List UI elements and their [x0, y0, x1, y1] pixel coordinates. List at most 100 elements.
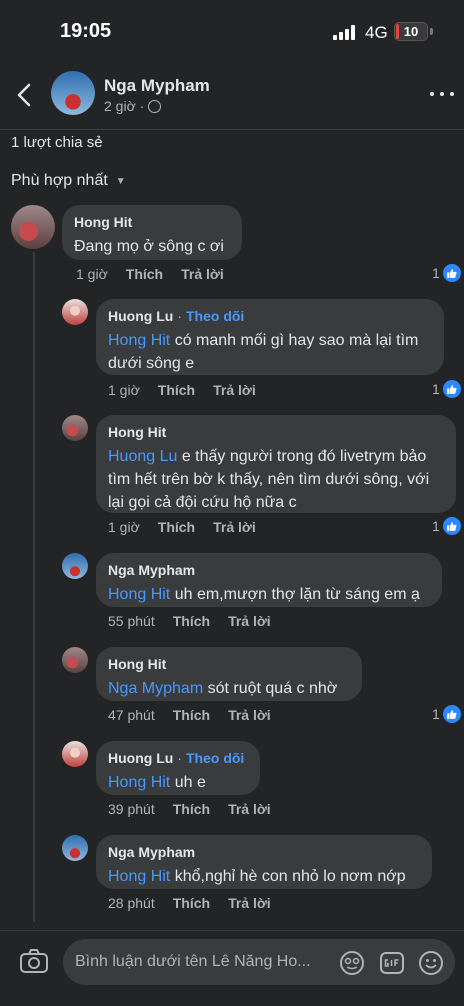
like-button[interactable]: Thích — [126, 266, 163, 282]
comment-composer: Bình luận dưới tên Lê Năng Ho... — [0, 930, 464, 1006]
status-bar: 19:05 4G 10 — [0, 0, 464, 60]
camera-button[interactable] — [18, 947, 50, 975]
share-count[interactable]: 1 lượt chia sẻ — [11, 134, 103, 151]
emoji-icon — [419, 951, 443, 975]
comment-actions: 39 phút Thích Trả lời — [108, 801, 271, 817]
back-button[interactable] — [10, 80, 40, 110]
reply-avatar[interactable] — [62, 741, 88, 767]
comment-text: Hong Hit uh em,mượn thợ lặn từ sáng em ạ — [108, 586, 420, 603]
battery-cap — [430, 28, 433, 35]
reply-avatar[interactable] — [62, 415, 88, 441]
signal-icon — [333, 24, 357, 40]
author-avatar[interactable] — [51, 71, 95, 115]
reaction-count[interactable]: 1 — [432, 705, 461, 723]
emoji-button[interactable] — [418, 950, 444, 976]
reply-button[interactable]: Trả lời — [213, 382, 256, 398]
comment-bubble[interactable]: Nga Mypham Hong Hit khổ,nghỉ hè con nhỏ … — [96, 835, 432, 889]
like-button[interactable]: Thích — [173, 895, 210, 911]
comment-author[interactable]: Nga Mypham — [108, 844, 195, 860]
author-name[interactable]: Nga Mypham — [104, 76, 210, 96]
mention-link[interactable]: Nga Mypham — [108, 680, 203, 697]
more-button[interactable] — [430, 84, 454, 104]
reaction-count[interactable]: 1 — [432, 380, 461, 398]
comment-author[interactable]: Huong Lu — [108, 308, 173, 324]
comment-text: Nga Mypham sót ruột quá c nhờ — [108, 680, 338, 697]
mention-link[interactable]: Hong Hit — [108, 868, 170, 885]
mention-link[interactable]: Hong Hit — [108, 332, 170, 349]
post-header: Nga Mypham 2 giờ · — [0, 60, 464, 130]
gif-icon — [380, 952, 404, 974]
comment-author[interactable]: Hong Hit — [74, 214, 132, 230]
reply-avatar[interactable] — [62, 835, 88, 861]
reply-button[interactable]: Trả lời — [228, 707, 271, 723]
comment-time: 28 phút — [108, 895, 155, 911]
comment-bubble[interactable]: Hong Hit Đang mọ ở sông c ơi — [62, 205, 242, 260]
comment-actions: 1 giờ Thích Trả lời — [108, 519, 256, 535]
battery-icon: 10 — [394, 22, 428, 41]
comment-text: Huong Lu e thấy người trong đó livetrym … — [108, 448, 430, 511]
comment-author[interactable]: Hong Hit — [108, 656, 166, 672]
thumbs-up-icon — [442, 264, 461, 282]
like-button[interactable]: Thích — [173, 801, 210, 817]
reply-button[interactable]: Trả lời — [181, 266, 224, 282]
comment-time: 55 phút — [108, 613, 155, 629]
comment-bubble[interactable]: Huong Lu · Theo dõi Hong Hit có manh mối g… — [96, 299, 444, 375]
sticker-icon — [340, 951, 364, 975]
comment-actions: 47 phút Thích Trả lời — [108, 707, 271, 723]
comment-author[interactable]: Hong Hit — [108, 424, 166, 440]
comment-time: 47 phút — [108, 707, 155, 723]
comment-text: Hong Hit khổ,nghỉ hè con nhỏ lo nơm nớp — [108, 868, 406, 885]
comment-bubble[interactable]: Hong Hit Huong Lu e thấy người trong đó … — [96, 415, 456, 513]
comment-author[interactable]: Huong Lu — [108, 750, 173, 766]
battery-level: 10 — [403, 24, 419, 39]
mention-link[interactable]: Huong Lu — [108, 448, 177, 465]
camera-icon — [20, 949, 48, 973]
mention-link[interactable]: Hong Hit — [108, 774, 170, 791]
comment-time: 39 phút — [108, 801, 155, 817]
comment-actions: 1 giờ Thích Trả lời — [108, 382, 256, 398]
comment-text: Hong Hit uh e — [108, 774, 206, 791]
thumbs-up-icon — [442, 517, 461, 535]
sticker-button[interactable] — [339, 950, 365, 976]
comment-input[interactable]: Bình luận dưới tên Lê Năng Ho... — [75, 953, 337, 971]
post-time: 2 giờ · — [104, 98, 145, 114]
sort-dropdown[interactable]: Phù hợp nhất ▼ — [11, 172, 126, 190]
reply-button[interactable]: Trả lời — [228, 895, 271, 911]
follow-button[interactable]: Theo dõi — [186, 750, 244, 766]
reply-avatar[interactable] — [62, 647, 88, 673]
globe-icon — [148, 99, 162, 113]
thumbs-up-icon — [442, 380, 461, 398]
reply-avatar[interactable] — [62, 553, 88, 579]
comment-actions: 28 phút Thích Trả lời — [108, 895, 271, 911]
reaction-count[interactable]: 1 — [432, 517, 461, 535]
chevron-left-icon — [17, 83, 31, 107]
comment-time: 1 giờ — [108, 382, 140, 398]
reply-button[interactable]: Trả lời — [228, 801, 271, 817]
comment-time: 1 giờ — [76, 266, 108, 282]
reaction-count[interactable]: 1 — [432, 264, 461, 282]
sort-label: Phù hợp nhất — [11, 172, 108, 189]
reply-avatar[interactable] — [62, 299, 88, 325]
chevron-down-icon: ▼ — [115, 175, 126, 187]
comment-avatar[interactable] — [11, 205, 55, 249]
comment-bubble[interactable]: Hong Hit Nga Mypham sót ruột quá c nhờ — [96, 647, 362, 701]
comment-actions: 55 phút Thích Trả lời — [108, 613, 271, 629]
like-button[interactable]: Thích — [158, 382, 195, 398]
follow-button[interactable]: Theo dõi — [186, 308, 244, 324]
gif-button[interactable] — [379, 950, 405, 976]
comment-input-wrapper[interactable]: Bình luận dưới tên Lê Năng Ho... — [63, 939, 455, 985]
more-horizontal-icon — [430, 92, 434, 96]
thumbs-up-icon — [442, 705, 461, 723]
mention-link[interactable]: Hong Hit — [108, 586, 170, 603]
comment-author[interactable]: Nga Mypham — [108, 562, 195, 578]
comment-bubble[interactable]: Huong Lu · Theo dõi Hong Hit uh e — [96, 741, 260, 795]
comment-text: Hong Hit có manh mối gì hay sao mà lại t… — [108, 332, 419, 372]
like-button[interactable]: Thích — [173, 613, 210, 629]
reply-button[interactable]: Trả lời — [213, 519, 256, 535]
like-button[interactable]: Thích — [173, 707, 210, 723]
reply-button[interactable]: Trả lời — [228, 613, 271, 629]
comment-bubble[interactable]: Nga Mypham Hong Hit uh em,mượn thợ lặn t… — [96, 553, 442, 607]
like-button[interactable]: Thích — [158, 519, 195, 535]
post-meta: 2 giờ · — [104, 98, 162, 114]
status-time: 19:05 — [60, 20, 112, 42]
